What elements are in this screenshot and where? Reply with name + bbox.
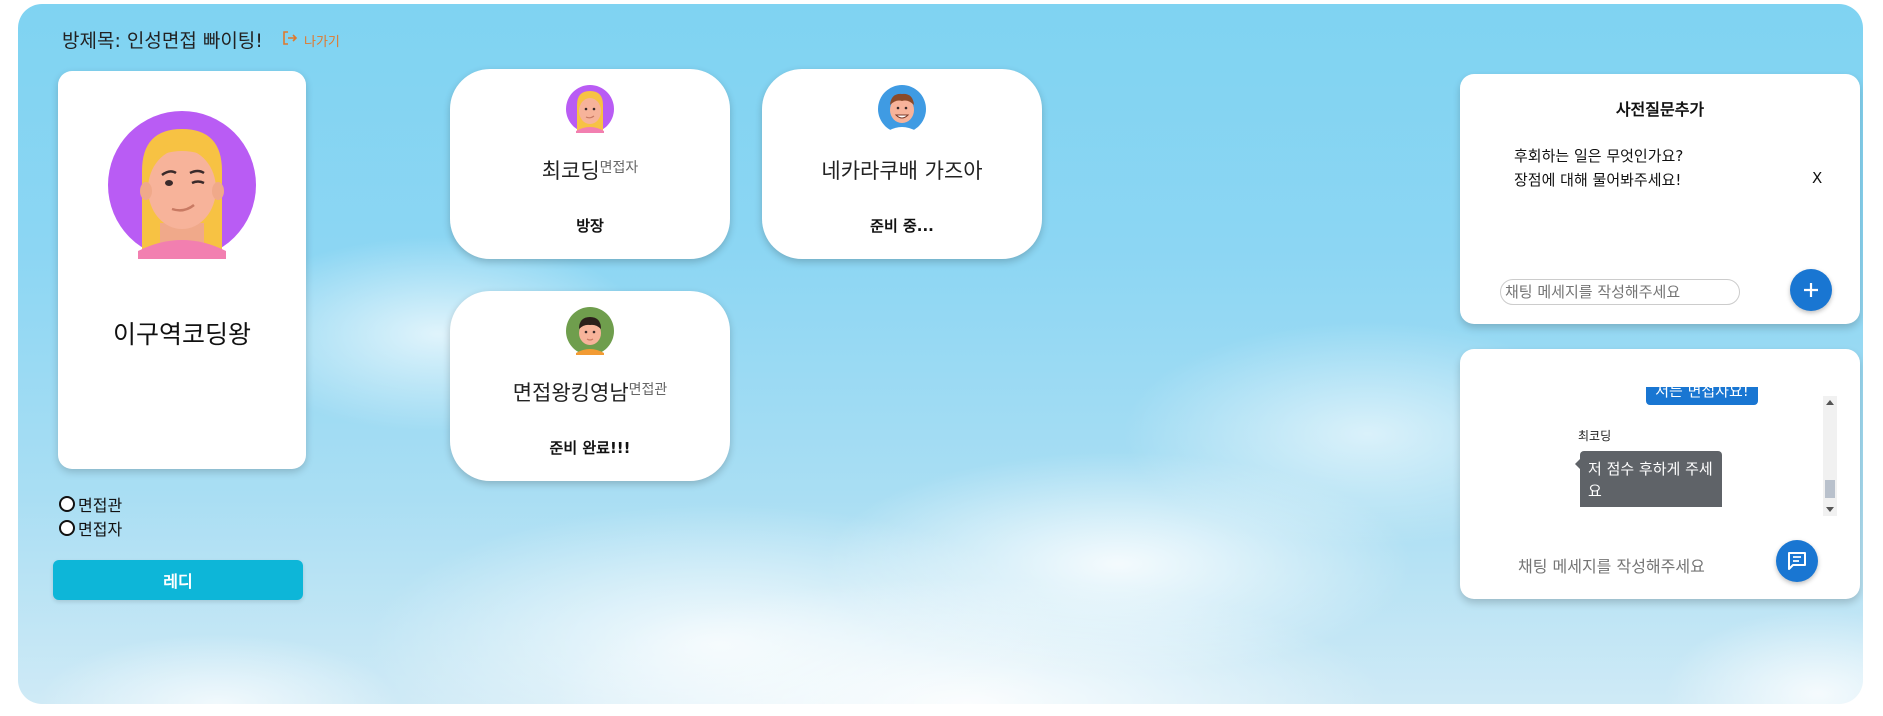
- participant-card: 면접왕킹영남면접관 준비 완료!!!: [450, 291, 730, 481]
- chat-send-button[interactable]: [1776, 540, 1818, 582]
- participant-status: 준비 완료!!!: [549, 439, 631, 457]
- avatar-man-icon: [878, 85, 926, 133]
- participant-status: 방장: [576, 217, 604, 235]
- pre-question-list: 후회하는 일은 무엇인가요? 장점에 대해 물어봐주세요!: [1514, 144, 1683, 192]
- role-label: 면접관: [78, 496, 123, 515]
- pre-question-item: 후회하는 일은 무엇인가요?: [1514, 147, 1684, 165]
- pre-question-item: 장점에 대해 물어봐주세요!: [1514, 171, 1682, 189]
- pre-question-panel: 사전질문추가 후회하는 일은 무엇인가요? 장점에 대해 물어봐주세요! X: [1460, 74, 1860, 324]
- my-nickname: 이구역코딩왕: [112, 320, 251, 349]
- participant-role: 면접자: [599, 160, 639, 176]
- exit-button[interactable]: 나가기: [282, 30, 340, 50]
- room-background: 방제목: 인성면접 빠이팅! 나가기 이구역코딩왕 면접관 면접자 레디 최코딩…: [18, 4, 1863, 704]
- chat-messages: 저는 면접자요! 최코딩 저 점수 후하게 주세요: [1460, 387, 1840, 507]
- chat-icon: [1788, 552, 1806, 570]
- room-title: 방제목: 인성면접 빠이팅!: [62, 30, 263, 52]
- participant-role: 면접관: [628, 382, 668, 398]
- avatar-boy-icon: [566, 307, 614, 355]
- scroll-up-icon[interactable]: [1826, 400, 1834, 405]
- participant-status: 준비 중...: [870, 217, 934, 235]
- radio-icon[interactable]: [59, 496, 75, 512]
- role-option-interviewer[interactable]: 면접관: [59, 492, 122, 516]
- pre-question-input[interactable]: [1500, 279, 1740, 305]
- ready-button[interactable]: 레디: [53, 560, 303, 600]
- radio-icon[interactable]: [59, 520, 75, 536]
- chat-panel: 저는 면접자요! 최코딩 저 점수 후하게 주세요: [1460, 349, 1860, 599]
- participant-name: 최코딩면접자: [541, 159, 639, 183]
- scroll-down-icon[interactable]: [1826, 507, 1834, 512]
- participant-name: 면접왕킹영남면접관: [512, 381, 668, 405]
- participant-name: 네카라쿠배 가즈아: [821, 159, 983, 183]
- role-selector: 면접관 면접자: [59, 492, 122, 540]
- scroll-thumb[interactable]: [1825, 480, 1835, 498]
- chat-scrollbar[interactable]: [1823, 396, 1837, 516]
- my-message-bubble: 저는 면접자요!: [1646, 387, 1758, 405]
- pre-question-title: 사전질문추가: [1615, 100, 1705, 119]
- avatar-woman-icon: [566, 85, 614, 133]
- my-profile-card: 이구역코딩왕: [58, 71, 306, 469]
- role-label: 면접자: [78, 520, 123, 539]
- exit-label: 나가기: [304, 34, 340, 50]
- role-option-interviewee[interactable]: 면접자: [59, 516, 122, 540]
- other-message-bubble: 저 점수 후하게 주세요: [1575, 451, 1722, 507]
- exit-icon: [282, 30, 298, 50]
- plus-icon: [1804, 283, 1818, 297]
- add-question-button[interactable]: [1790, 269, 1832, 311]
- chat-input[interactable]: [1516, 554, 1760, 578]
- avatar-woman-icon: [108, 111, 256, 259]
- remove-question-button[interactable]: X: [1812, 169, 1822, 187]
- participant-card: 네카라쿠배 가즈아 준비 중...: [762, 69, 1042, 259]
- participant-card: 최코딩면접자 방장: [450, 69, 730, 259]
- message-sender: 최코딩: [1578, 429, 1612, 443]
